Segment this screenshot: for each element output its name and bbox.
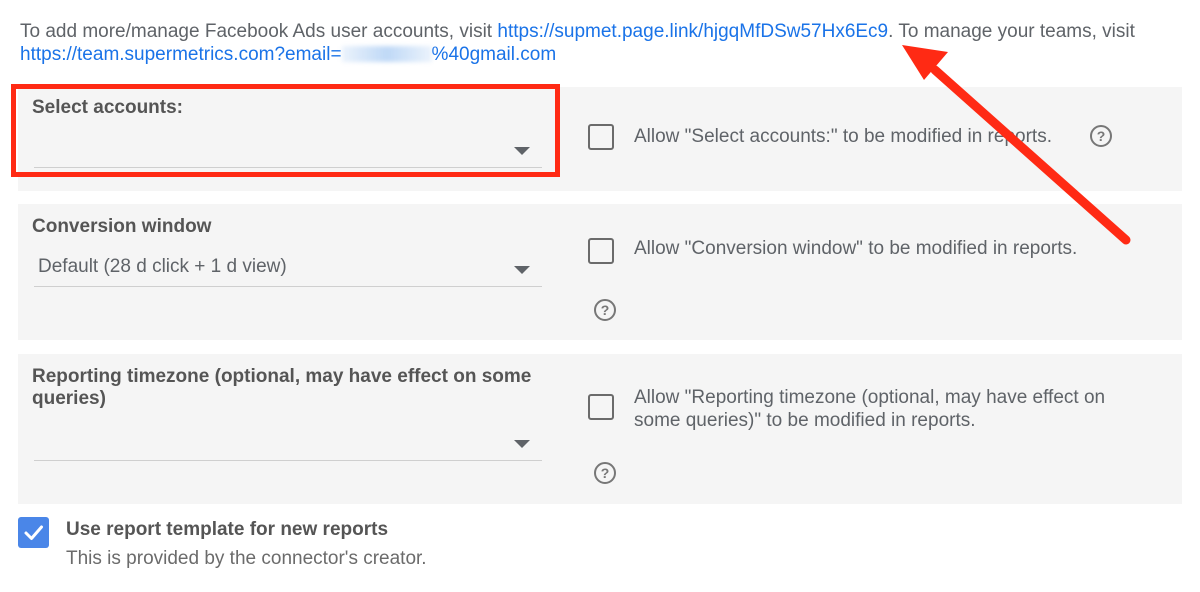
caret-down-icon	[514, 440, 530, 448]
team-link[interactable]: https://team.supermetrics.com?email= %40g…	[20, 44, 556, 65]
intro-text-before: To add more/manage Facebook Ads user acc…	[20, 21, 498, 42]
conversion-window-value: Default (28 d click + 1 d view)	[38, 256, 287, 277]
help-circle-icon[interactable]: ?	[594, 299, 616, 321]
accounts-link[interactable]: https://supmet.page.link/hjgqMfDSw57Hx6E…	[497, 21, 888, 42]
use-template-sub: This is provided by the connector's crea…	[66, 548, 427, 569]
reporting-timezone-label: Reporting timezone (optional, may have e…	[32, 366, 532, 409]
reporting-timezone-dropdown[interactable]	[34, 424, 542, 461]
check-icon	[24, 525, 43, 540]
allow-conversion-window-checkbox[interactable]	[588, 238, 614, 264]
allow-select-accounts-checkbox[interactable]	[588, 124, 614, 150]
use-template-label: Use report template for new reports	[66, 519, 389, 540]
allow-conversion-window-text: Allow "Conversion window" to be modified…	[634, 238, 1078, 259]
conversion-window-label: Conversion window	[32, 216, 212, 237]
connector-config-page: To add more/manage Facebook Ads user acc…	[0, 0, 1200, 592]
redacted-email	[341, 46, 432, 62]
highlight-box	[11, 84, 560, 177]
team-link-suffix: %40gmail.com	[431, 44, 557, 65]
allow-select-accounts-text: Allow "Select accounts:" to be modified …	[634, 126, 1052, 147]
intro-text-middle: . To manage your teams, visit	[888, 21, 1135, 42]
use-template-checkbox[interactable]	[18, 517, 49, 548]
conversion-window-dropdown[interactable]: Default (28 d click + 1 d view)	[34, 250, 542, 287]
allow-reporting-timezone-text: Allow "Reporting timezone (optional, may…	[634, 387, 1106, 431]
reporting-timezone-panel: Reporting timezone (optional, may have e…	[18, 354, 1182, 504]
help-circle-icon[interactable]: ?	[1090, 125, 1112, 147]
help-circle-icon[interactable]: ?	[594, 462, 616, 484]
intro-text: To add more/manage Facebook Ads user acc…	[20, 20, 1180, 66]
allow-reporting-timezone-checkbox[interactable]	[588, 394, 614, 420]
conversion-window-panel: Conversion window Default (28 d click + …	[18, 204, 1182, 340]
team-link-prefix: https://team.supermetrics.com?email=	[20, 44, 342, 65]
caret-down-icon	[514, 266, 530, 274]
